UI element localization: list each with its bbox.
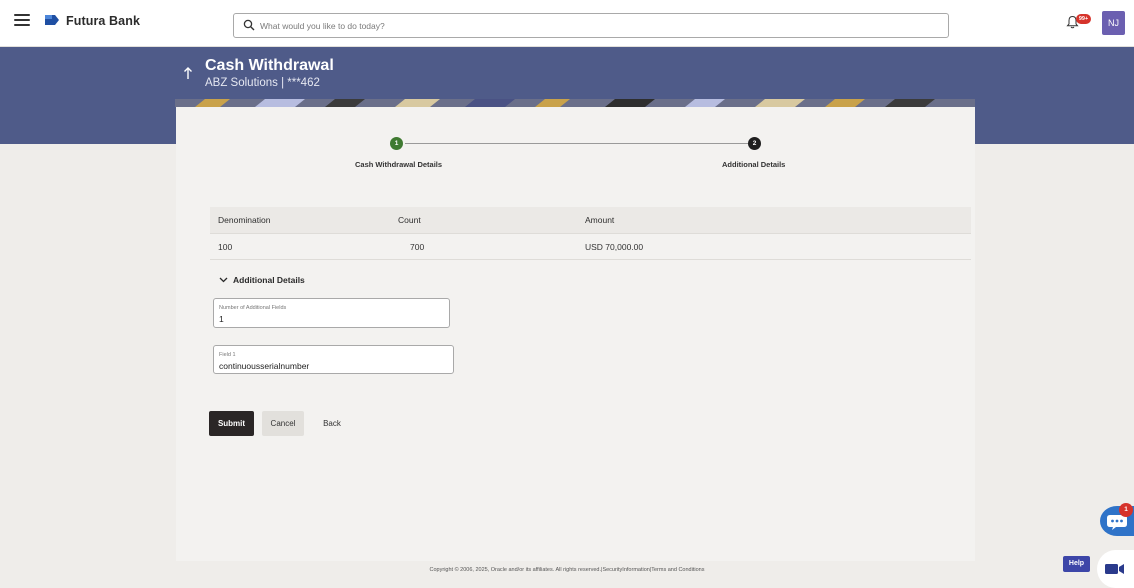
page-title: Cash Withdrawal bbox=[205, 57, 334, 74]
step-1-label: Cash Withdrawal Details bbox=[355, 160, 443, 169]
number-of-additional-fields-input[interactable]: Number of Additional Fields 1 bbox=[213, 298, 450, 328]
step-1-indicator[interactable]: 1 bbox=[390, 137, 403, 150]
count-cell: 700 bbox=[410, 242, 425, 252]
field-value: 1 bbox=[219, 314, 224, 324]
submit-button[interactable]: Submit bbox=[209, 411, 254, 436]
top-header: Futura Bank 99+ NJ bbox=[0, 0, 1134, 47]
help-button[interactable]: Help bbox=[1063, 556, 1090, 572]
table-row: 100 700 USD 70,000.00 bbox=[210, 234, 971, 260]
table-header: Denomination Count Amount bbox=[210, 207, 971, 234]
avatar[interactable]: NJ bbox=[1102, 11, 1125, 35]
field-1-input[interactable]: Field 1 continuousserialnumber bbox=[213, 345, 454, 374]
column-header-denomination: Denomination bbox=[218, 215, 271, 225]
brand-name[interactable]: Futura Bank bbox=[66, 14, 140, 28]
step-2-indicator[interactable]: 2 bbox=[748, 137, 761, 150]
chevron-down-icon[interactable] bbox=[219, 276, 228, 284]
back-button[interactable]: Back bbox=[314, 411, 350, 436]
search-icon bbox=[243, 19, 255, 31]
additional-details-toggle[interactable]: Additional Details bbox=[233, 275, 305, 285]
search-input[interactable] bbox=[260, 17, 930, 34]
field-value: continuousserialnumber bbox=[219, 361, 310, 371]
field-label: Number of Additional Fields bbox=[219, 305, 287, 311]
footer-copyright[interactable]: Copyright © 2006, 2025, Oracle and/or it… bbox=[0, 567, 1134, 573]
video-call-button[interactable] bbox=[1097, 550, 1134, 588]
account-subtitle: ABZ Solutions | ***462 bbox=[205, 77, 320, 89]
denomination-table: Denomination Count Amount 100 700 USD 70… bbox=[210, 207, 971, 260]
chat-notification-badge: 1 bbox=[1119, 503, 1133, 517]
cancel-button[interactable]: Cancel bbox=[262, 411, 304, 436]
back-arrow-icon[interactable] bbox=[182, 66, 194, 80]
progress-stepper: 1 2 Cash Withdrawal Details Additional D… bbox=[176, 137, 975, 179]
denomination-cell: 100 bbox=[218, 242, 233, 252]
step-connector-line bbox=[405, 143, 756, 144]
decorative-pattern-strip bbox=[175, 99, 975, 107]
hamburger-menu-icon[interactable] bbox=[14, 14, 30, 26]
amount-cell: USD 70,000.00 bbox=[585, 242, 644, 252]
main-card: 1 2 Cash Withdrawal Details Additional D… bbox=[176, 107, 975, 561]
step-2-label: Additional Details bbox=[722, 160, 786, 169]
notification-badge: 99+ bbox=[1076, 14, 1091, 24]
field-label: Field 1 bbox=[219, 352, 236, 358]
column-header-amount: Amount bbox=[585, 215, 615, 225]
video-camera-icon bbox=[1105, 564, 1124, 574]
search-bar[interactable] bbox=[233, 13, 949, 38]
bank-logo-icon bbox=[45, 15, 59, 25]
column-header-count: Count bbox=[398, 215, 421, 225]
